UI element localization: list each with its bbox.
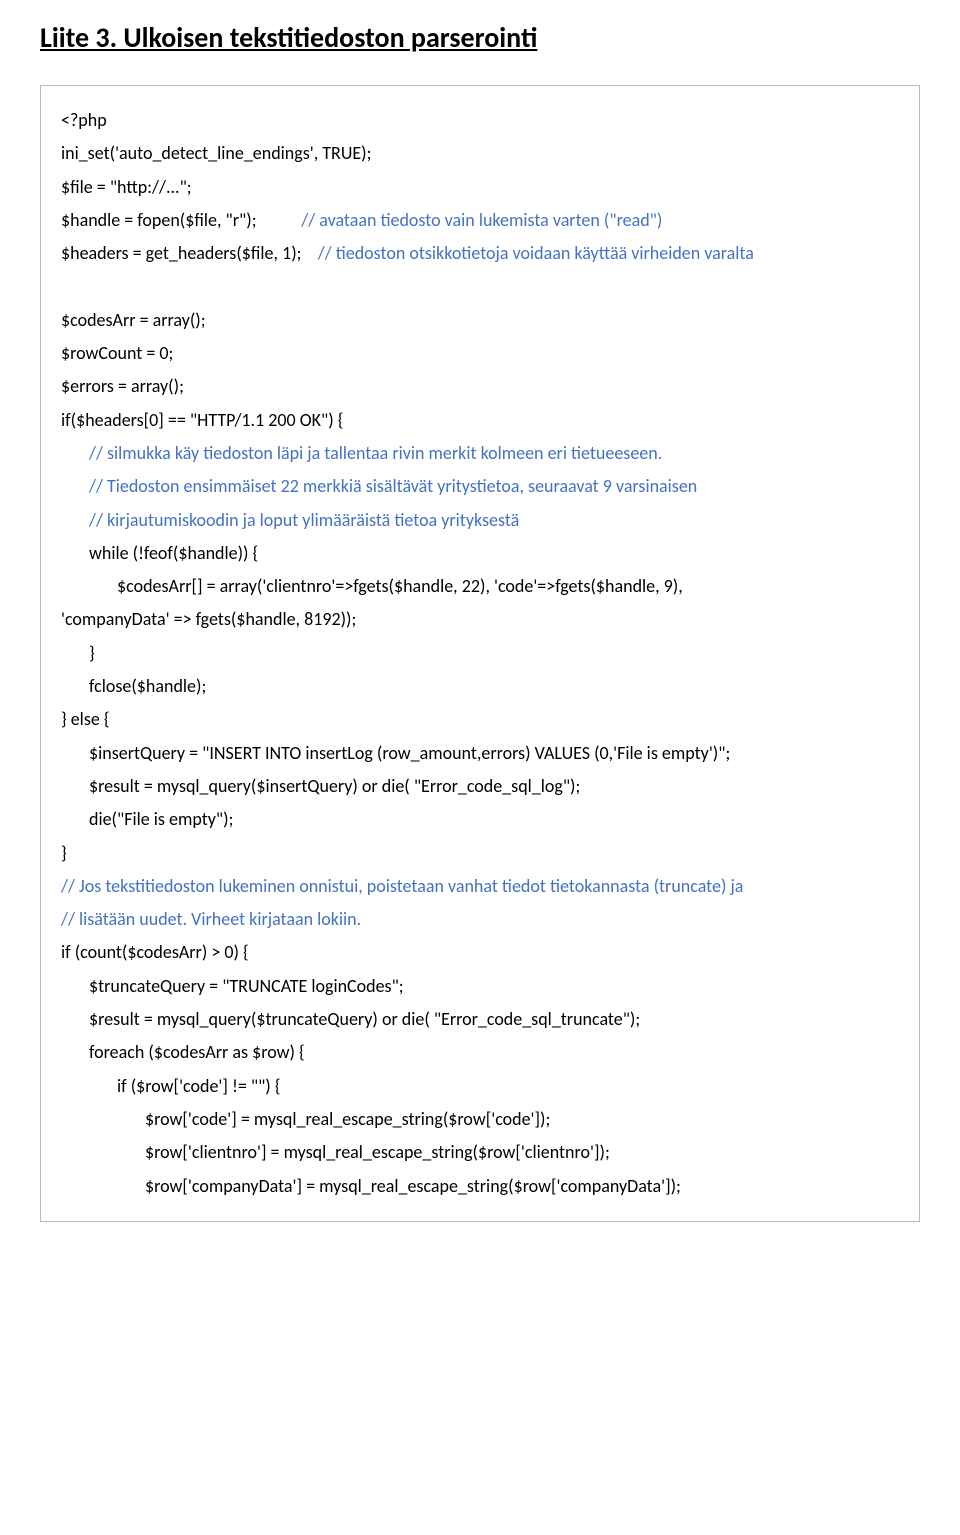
page-title: Liite 3. Ulkoisen tekstitiedoston parser…	[40, 20, 920, 55]
code-line: if ($row['code'] != "") {	[61, 1070, 899, 1103]
code-line: $row['clientnro'] = mysql_real_escape_st…	[61, 1136, 899, 1169]
code-line: $codesArr = array();	[61, 304, 899, 337]
code-comment: // Jos tekstitiedoston lukeminen onnistu…	[61, 870, 899, 903]
code-line: $result = mysql_query($truncateQuery) or…	[61, 1003, 899, 1036]
code-line: $row['companyData'] = mysql_real_escape_…	[61, 1170, 899, 1203]
code-text: $headers = get_headers($file, 1);	[61, 242, 318, 264]
code-comment: // tiedoston otsikkotietoja voidaan käyt…	[318, 242, 754, 264]
code-line: if (count($codesArr) > 0) {	[61, 936, 899, 969]
code-line: $headers = get_headers($file, 1); // tie…	[61, 237, 899, 270]
code-line: $result = mysql_query($insertQuery) or d…	[61, 770, 899, 803]
code-line: if($headers[0] == "HTTP/1.1 200 OK") {	[61, 404, 899, 437]
blank-line	[61, 270, 899, 303]
code-comment: // silmukka käy tiedoston läpi ja tallen…	[61, 437, 899, 470]
code-comment: // kirjautumiskoodin ja loput ylimääräis…	[61, 504, 899, 537]
code-line: ini_set('auto_detect_line_endings', TRUE…	[61, 137, 899, 170]
code-comment: // Tiedoston ensimmäiset 22 merkkiä sisä…	[61, 470, 899, 503]
code-line: foreach ($codesArr as $row) {	[61, 1036, 899, 1069]
code-line: $errors = array();	[61, 370, 899, 403]
code-box: <?php ini_set('auto_detect_line_endings'…	[40, 85, 920, 1222]
code-line: $file = "http://...";	[61, 171, 899, 204]
code-line: $handle = fopen($file, "r"); // avataan …	[61, 204, 899, 237]
code-text: $handle = fopen($file, "r");	[61, 209, 301, 231]
code-line: 'companyData' => fgets($handle, 8192));	[61, 603, 899, 636]
code-line: $truncateQuery = "TRUNCATE loginCodes";	[61, 970, 899, 1003]
code-line: } else {	[61, 703, 899, 736]
code-line: $row['code'] = mysql_real_escape_string(…	[61, 1103, 899, 1136]
code-line: $insertQuery = "INSERT INTO insertLog (r…	[61, 737, 899, 770]
code-comment: // avataan tiedosto vain lukemista varte…	[301, 209, 662, 231]
code-line: <?php	[61, 104, 899, 137]
code-line: die("File is empty");	[61, 803, 899, 836]
code-comment: // lisätään uudet. Virheet kirjataan lok…	[61, 903, 899, 936]
code-line: }	[61, 637, 899, 670]
code-line: while (!feof($handle)) {	[61, 537, 899, 570]
code-line: $rowCount = 0;	[61, 337, 899, 370]
code-line: $codesArr[] = array('clientnro'=>fgets($…	[61, 570, 899, 603]
code-line: }	[61, 837, 899, 870]
document-page: Liite 3. Ulkoisen tekstitiedoston parser…	[0, 20, 960, 1262]
code-line: fclose($handle);	[61, 670, 899, 703]
